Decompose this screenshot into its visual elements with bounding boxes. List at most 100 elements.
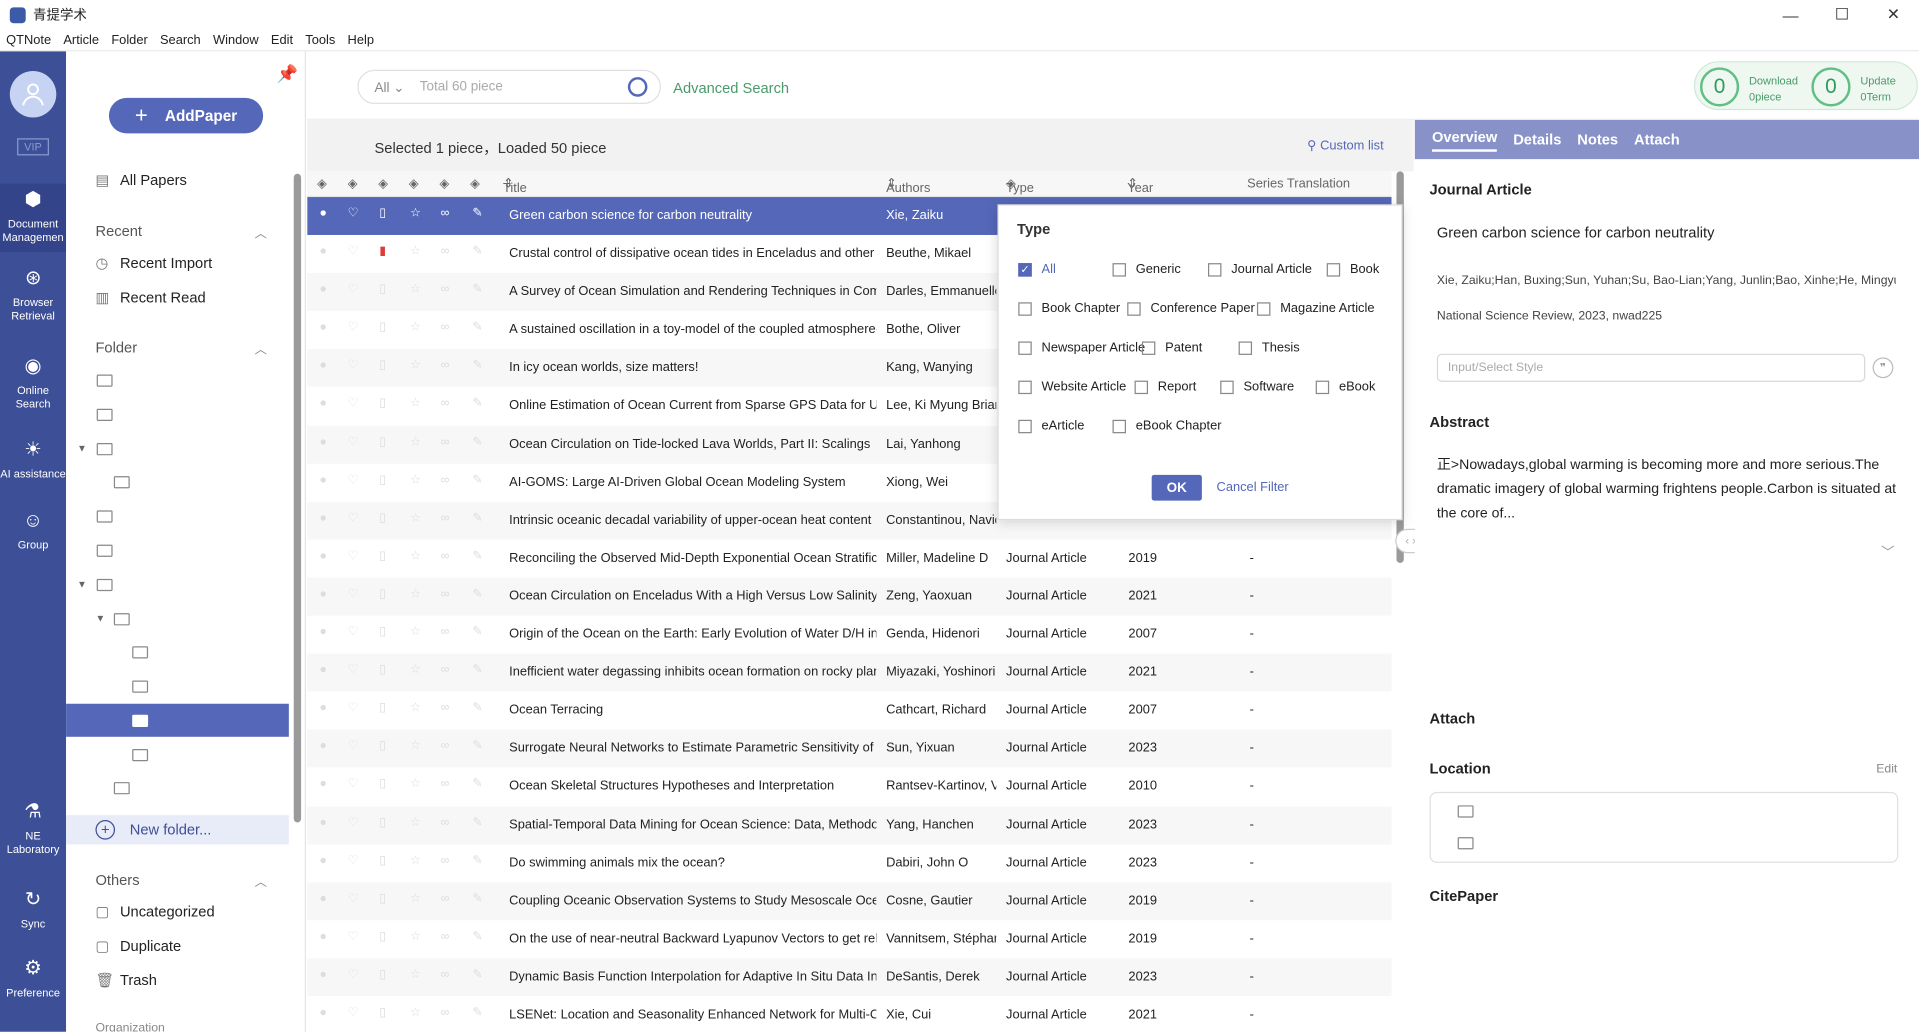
dot-icon[interactable]: ● [319,816,326,829]
maximize-button[interactable]: ☐ [1816,0,1867,29]
table-row[interactable]: ● ♡ ▯ ☆ ∞ ✎ Ocean Terracing Cathcart, Richard Jo… [307,691,1392,730]
folder-icon[interactable] [132,749,149,762]
bookmark-icon[interactable]: ▯ [379,816,386,829]
col-series[interactable]: Series Translation [1247,176,1350,191]
search-box[interactable]: All ⌄ Total 60 piece [357,69,661,105]
filter-option-generic[interactable]: Generic [1112,262,1181,277]
rail-preference[interactable]: ⚙ Preference [0,957,66,1000]
link-icon[interactable]: ∞ [441,854,450,867]
sidebar-scrollbar[interactable] [293,173,302,823]
bookmark-icon[interactable]: ▯ [379,854,386,867]
filter-option-software[interactable]: Software [1220,379,1294,394]
col-type[interactable]: Type ◈ [1006,176,1034,196]
star-icon[interactable]: ☆ [410,968,421,981]
star-icon[interactable]: ☆ [410,854,421,867]
tab-attach[interactable]: Attach [1634,131,1680,148]
heart-icon[interactable]: ♡ [348,245,359,258]
section-recent[interactable]: Recent ︿ [95,223,266,241]
filter-option-patent[interactable]: Patent [1141,340,1202,355]
folder-icon[interactable] [113,613,130,626]
pencil-icon[interactable]: ✎ [472,549,482,562]
folder-icon[interactable] [96,443,113,456]
menu-window[interactable]: Window [213,32,259,47]
heart-icon[interactable]: ♡ [348,1006,359,1019]
heart-icon[interactable]: ♡ [348,397,359,410]
heart-icon[interactable]: ♡ [348,587,359,600]
bookmark-icon[interactable]: ▯ [379,702,386,715]
pencil-icon[interactable]: ✎ [472,625,482,638]
link-icon[interactable]: ∞ [441,892,450,905]
bookmark-icon[interactable]: ▯ [379,587,386,600]
bookmark-icon[interactable]: ▯ [379,359,386,372]
bookmark-icon[interactable]: ▮ [379,245,386,258]
dot-icon[interactable]: ● [319,968,326,981]
table-row[interactable]: ● ♡ ▯ ☆ ∞ ✎ Ocean Skeletal Structures Hypothes… [307,767,1392,806]
sidebar-item-duplicate[interactable]: ▢ Duplicate [95,938,181,955]
pencil-icon[interactable]: ✎ [472,207,482,220]
section-organization[interactable]: Organization [95,1022,164,1032]
dot-icon[interactable]: ● [319,1006,326,1019]
pencil-icon[interactable]: ✎ [472,435,482,448]
star-icon[interactable]: ☆ [410,207,421,220]
pencil-icon[interactable]: ✎ [472,359,482,372]
link-icon[interactable]: ∞ [441,245,450,258]
star-icon[interactable]: ☆ [410,549,421,562]
bookmark-icon[interactable]: ▯ [379,892,386,905]
pencil-icon[interactable]: ✎ [472,740,482,753]
bookmark-icon[interactable]: ▯ [379,778,386,791]
sidebar-item-recent-read[interactable]: ▥ Recent Read [95,289,205,306]
heart-icon[interactable]: ♡ [348,816,359,829]
link-icon[interactable]: ∞ [441,625,450,638]
dot-icon[interactable]: ● [319,321,326,334]
bookmark-icon[interactable]: ▯ [379,207,386,220]
table-row[interactable]: ● ♡ ▯ ☆ ∞ ✎ Ocean Circulation on Enceladus Wit… [307,577,1392,616]
link-icon[interactable]: ∞ [441,473,450,486]
dot-icon[interactable]: ● [319,435,326,448]
menu-qtnote[interactable]: QTNote [6,32,51,47]
menu-search[interactable]: Search [160,32,201,47]
heart-icon[interactable]: ♡ [348,625,359,638]
heart-icon[interactable]: ♡ [348,473,359,486]
section-folder[interactable]: Folder ︿ [95,339,266,357]
bookmark-icon[interactable]: ▯ [379,549,386,562]
rail-browser-retrieval[interactable]: ⊛ Browser Retrieval [0,267,66,323]
dot-icon[interactable]: ● [319,854,326,867]
star-icon[interactable]: ☆ [410,587,421,600]
menu-folder[interactable]: Folder [111,32,147,47]
link-icon[interactable]: ∞ [441,778,450,791]
menu-article[interactable]: Article [63,32,99,47]
dot-icon[interactable]: ● [319,740,326,753]
link-icon[interactable]: ∞ [441,511,450,524]
table-row[interactable]: ● ♡ ▯ ☆ ∞ ✎ Origin of the Ocean on the Earth: … [307,615,1392,654]
star-icon[interactable]: ☆ [410,892,421,905]
table-row[interactable]: ● ♡ ▯ ☆ ∞ ✎ Inefficient water degassing inhibi… [307,653,1392,692]
expand-triangle-icon[interactable]: ▼ [77,579,87,590]
folder-icon[interactable] [96,544,113,557]
folder-icon[interactable] [96,578,113,592]
link-icon[interactable]: ∞ [441,207,450,220]
dot-icon[interactable]: ● [319,664,326,677]
expand-triangle-icon[interactable]: ▼ [77,443,87,454]
col-year[interactable]: Year ⇕ [1127,176,1153,196]
custom-list-button[interactable]: ⚲ Custom list [1307,138,1384,153]
menu-tools[interactable]: Tools [305,32,335,47]
pencil-icon[interactable]: ✎ [472,587,482,600]
star-icon[interactable]: ☆ [410,702,421,715]
link-icon[interactable]: ∞ [441,968,450,981]
heart-icon[interactable]: ♡ [348,283,359,296]
rail-group[interactable]: ☺ Group [0,509,66,552]
sidebar-item-uncategorized[interactable]: ▢ Uncategorized [95,903,214,920]
add-paper-button[interactable]: + AddPaper [108,97,264,134]
tab-notes[interactable]: Notes [1577,131,1618,148]
link-icon[interactable]: ∞ [441,283,450,296]
table-row[interactable]: ● ♡ ▯ ☆ ∞ ✎ Do swimming animals mix the ocean?… [307,843,1392,883]
star-icon[interactable]: ☆ [410,321,421,334]
table-row[interactable]: ● ♡ ▯ ☆ ∞ ✎ Dynamic Basis Function Interpolati… [307,958,1392,997]
star-icon[interactable]: ☆ [410,245,421,258]
heart-icon[interactable]: ♡ [348,511,359,524]
filter-option-newspaper-article[interactable]: Newspaper Article [1018,340,1145,355]
pencil-icon[interactable]: ✎ [472,473,482,486]
pencil-icon[interactable]: ✎ [472,892,482,905]
filter-ok-button[interactable]: OK [1151,474,1202,501]
table-row[interactable]: ● ♡ ▯ ☆ ∞ ✎ On the use of near-neutral Backwar… [307,920,1392,959]
